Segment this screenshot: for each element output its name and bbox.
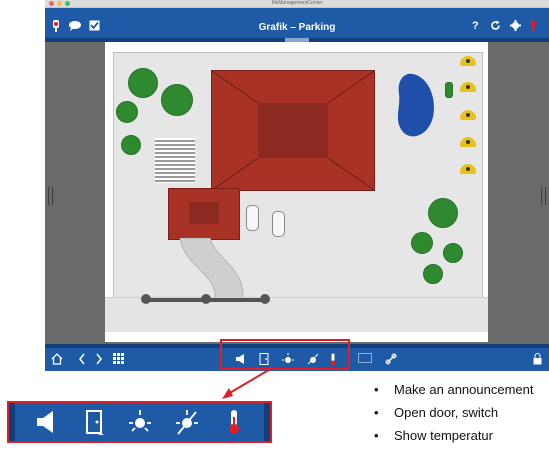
door-icon[interactable] [81, 409, 107, 435]
zoomed-toolbar [7, 401, 272, 443]
feature-list: Make an announcement Open door, switch S… [374, 378, 549, 447]
light-on-icon[interactable] [127, 409, 153, 435]
list-item: Open door, switch [374, 401, 549, 424]
list-item: Show temperatur [374, 424, 549, 447]
zoom-rail-left [9, 403, 15, 441]
thermometer-icon[interactable] [221, 409, 247, 435]
list-item: Make an announcement [374, 378, 549, 401]
light-off-icon[interactable] [174, 409, 200, 435]
zoom-rail-right [264, 403, 270, 441]
speaker-icon[interactable] [34, 409, 60, 435]
